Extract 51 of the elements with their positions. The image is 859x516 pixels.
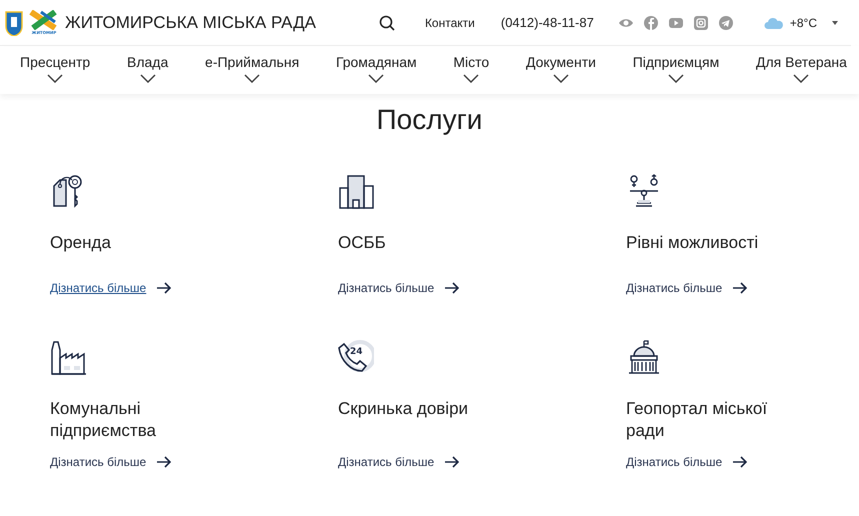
facebook-icon[interactable] xyxy=(642,14,659,30)
learn-more-link[interactable]: Дізнатись більше xyxy=(50,281,146,295)
chevron-down-icon[interactable] xyxy=(668,74,684,83)
icon-label: 24 xyxy=(350,347,363,357)
nav-menu-item[interactable]: Документи xyxy=(526,54,596,70)
domed-building-icon xyxy=(626,340,662,376)
chevron-down-icon[interactable] xyxy=(140,74,156,83)
instagram-icon[interactable] xyxy=(692,14,709,30)
coat-of-arms-icon xyxy=(5,10,23,36)
arrow-right-icon[interactable] xyxy=(444,282,460,294)
contacts-link[interactable]: Контакти xyxy=(424,16,475,30)
factory-icon xyxy=(50,340,86,376)
card-title: ОСББ xyxy=(338,232,387,254)
nav-menu-item[interactable]: Громадянам xyxy=(336,54,417,70)
logo-mark-icon xyxy=(29,10,59,30)
chevron-down-icon[interactable] xyxy=(368,74,384,83)
nav-menu-item[interactable]: е-Приймальня xyxy=(205,54,300,70)
chevron-down-icon[interactable] xyxy=(463,74,480,83)
site-title[interactable]: ЖИТОМИРСЬКА МІСЬКА РАДА xyxy=(65,12,316,32)
cloud-icon xyxy=(764,16,784,30)
card-title: Геопортал міської ради xyxy=(626,398,768,442)
section-heading: Послуги xyxy=(376,104,484,136)
chevron-down-icon[interactable] xyxy=(552,74,569,83)
nav-menu-item[interactable]: Для Ветерана xyxy=(756,54,847,70)
card-title: Рівні можливості xyxy=(626,232,760,254)
learn-more-link[interactable]: Дізнатись більше xyxy=(50,455,146,469)
arrow-right-icon[interactable] xyxy=(732,282,748,294)
arrow-right-icon[interactable] xyxy=(156,456,172,468)
arrow-right-icon[interactable] xyxy=(732,456,748,468)
nav-menu-item[interactable]: Пресцентр xyxy=(20,54,90,70)
learn-more-link[interactable]: Дізнатись більше xyxy=(626,455,722,469)
learn-more-link[interactable]: Дізнатись більше xyxy=(626,281,722,295)
telegram-icon[interactable] xyxy=(718,14,734,30)
arrow-right-icon[interactable] xyxy=(156,282,172,294)
learn-more-link[interactable]: Дізнатись більше xyxy=(338,281,434,295)
dropdown-caret-icon[interactable] xyxy=(831,20,839,26)
card-title: Оренда xyxy=(50,232,112,254)
search-icon[interactable] xyxy=(378,14,395,30)
card-title: Комунальні підприємства xyxy=(50,398,158,442)
chevron-down-icon[interactable] xyxy=(47,74,64,83)
buildings-icon xyxy=(338,174,374,210)
learn-more-link[interactable]: Дізнатись більше xyxy=(338,455,434,469)
card-title: Скринька довіри xyxy=(338,398,470,420)
nav-menu-item[interactable]: Місто xyxy=(453,54,490,70)
temperature-text: +8°C xyxy=(790,16,817,30)
arrow-right-icon[interactable] xyxy=(444,456,460,468)
chevron-down-icon[interactable] xyxy=(793,74,810,83)
nav-menu-item[interactable]: Підприємцям xyxy=(632,54,720,70)
nav-menu-item[interactable]: Влада xyxy=(127,54,168,70)
chevron-down-icon[interactable] xyxy=(244,74,260,83)
phone-link[interactable]: (0412)-48-11-87 xyxy=(500,15,594,30)
